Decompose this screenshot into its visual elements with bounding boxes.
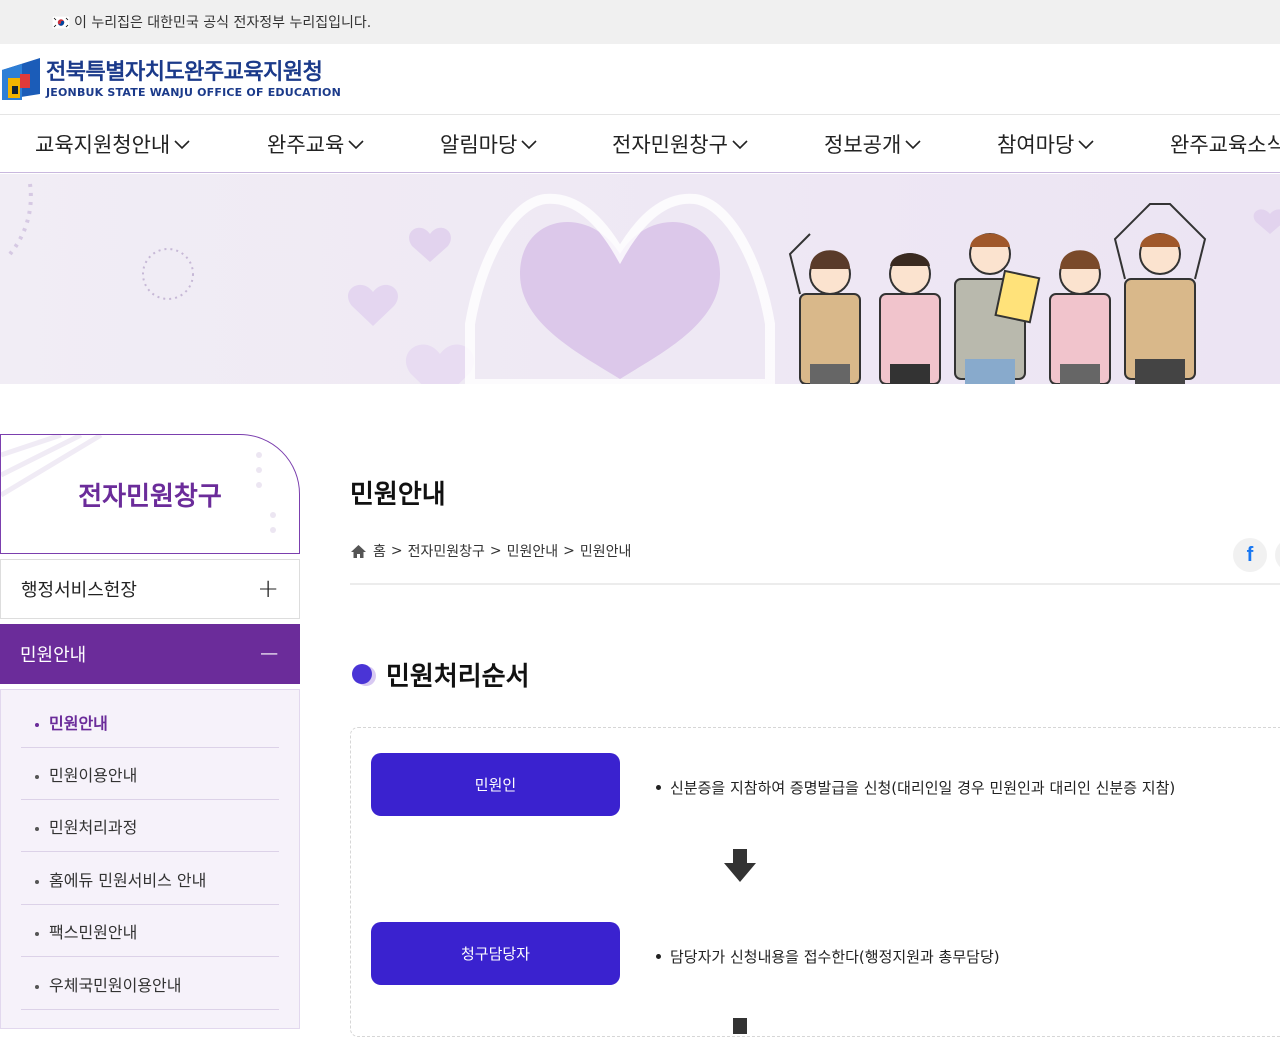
bullet-icon [35,879,39,884]
home-icon[interactable] [350,544,367,559]
sub-visual-banner [0,174,1280,384]
submenu-item-label: 팩스민원안내 [49,922,138,942]
share-button[interactable] [1275,538,1280,572]
arrow-down-icon [733,1018,747,1034]
step-button-clerk[interactable]: 청구담당자 [371,922,620,985]
heart-hands-illustration [0,174,1280,384]
logo-name-en: JEONBUK STATE WANJU OFFICE OF EDUCATION [46,85,341,99]
nav-item-wanju-education[interactable]: 완주교육 [267,115,364,173]
step-button-applicant[interactable]: 민원인 [371,753,620,816]
nav-item-label: 알림마당 [440,133,518,157]
sidebar-item-label: 행정서비스헌장 [21,580,137,601]
arrow-down-icon [724,849,756,882]
facebook-icon: f [1246,543,1254,566]
sidebar-item-label: 민원안내 [20,645,87,666]
submenu-item-homeedu[interactable]: 홈에듀 민원서비스 안내 [21,853,279,905]
chevron-down-icon [521,140,537,150]
flag-icon [51,15,71,29]
nav-item-participation[interactable]: 참여마당 [997,115,1094,173]
page-title: 민원안내 [350,480,446,510]
bullet-icon [35,984,39,989]
step-description-text: 신분증을 지참하여 증명발급을 신청(대리인일 경우 민원인과 대리인 신분증 … [670,779,1176,797]
sidebar-item-civil-guide[interactable]: 민원안내 − [0,624,300,684]
bullet-icon [656,785,661,790]
nav-item-label: 완주교육소식 [1170,133,1280,157]
breadcrumb-item[interactable]: 전자민원창구 [408,541,485,561]
chevron-down-icon [348,140,364,150]
minus-icon: − [258,639,280,669]
submenu-item-postoffice[interactable]: 우체국민원이용안내 [21,958,279,1010]
sidebar-title: 전자민원창구 [0,434,300,554]
step-description: 신분증을 지참하여 증명발급을 신청(대리인일 경우 민원인과 대리인 신분증 … [656,777,1175,798]
nav-item-e-civil-service[interactable]: 전자민원창구 [612,115,748,173]
chevron-down-icon [1078,140,1094,150]
facebook-share-button[interactable]: f [1233,538,1267,572]
bullet-icon [35,931,39,936]
nav-item-info-disclosure[interactable]: 정보공개 [824,115,921,173]
sidebar-title-text: 전자민원창구 [78,481,222,512]
sidebar-item-service-charter[interactable]: 행정서비스헌장 + [0,559,300,619]
breadcrumb: 홈 > 전자민원창구 > 민원안내 > 민원안내 [350,540,631,562]
chevron-down-icon [174,140,190,150]
bullet-icon [35,826,39,831]
nav-item-label: 교육지원청안내 [35,133,171,157]
content-divider [350,583,1280,585]
nav-item-label: 전자민원창구 [612,133,728,157]
site-logo[interactable]: 전북특별자치도완주교육지원청 JEONBUK STATE WANJU OFFIC… [0,56,341,102]
nav-item-wanju-news[interactable]: 완주교육소식 [1170,115,1280,173]
sidebar-submenu: 민원안내 민원이용안내 민원처리과정 홈에듀 민원서비스 안내 팩스민원안내 우… [0,689,300,1029]
breadcrumb-separator: > [563,543,575,559]
breadcrumb-item[interactable]: 민원안내 [507,541,559,561]
chevron-down-icon [732,140,748,150]
gov-banner-text: 이 누리집은 대한민국 공식 전자정부 누리집입니다. [74,15,372,31]
plus-icon: + [257,574,279,604]
submenu-item-civil-process[interactable]: 민원처리과정 [21,800,279,852]
bullet-icon [35,722,39,727]
step-description: 담당자가 신청내용을 접수한다(행정지원과 총무담당) [656,946,1000,967]
submenu-item-label: 홈에듀 민원서비스 안내 [49,870,207,890]
nav-item-office-info[interactable]: 교육지원청안내 [35,115,190,173]
nav-item-label: 완주교육 [267,133,345,157]
submenu-item-label: 민원안내 [49,713,108,733]
bullet-icon [35,774,39,779]
section-title: 민원처리순서 [350,656,530,693]
gov-banner: 이 누리집은 대한민국 공식 전자정부 누리집입니다. [0,0,1280,44]
main-nav: 교육지원청안내 완주교육 알림마당 전자민원창구 정보공개 참여마당 완주교육소… [0,115,1280,173]
submenu-item-civil-usage[interactable]: 민원이용안내 [21,748,279,800]
submenu-item-label: 우체국민원이용안내 [49,975,182,995]
step-description-text: 담당자가 신청내용을 접수한다(행정지원과 총무담당) [670,948,1000,966]
nav-item-label: 참여마당 [997,133,1075,157]
submenu-item-label: 민원처리과정 [49,817,138,837]
section-title-text: 민원처리순서 [386,662,530,692]
logo-icon [0,56,42,102]
nav-item-notice[interactable]: 알림마당 [440,115,537,173]
breadcrumb-separator: > [390,543,403,559]
breadcrumb-item-home[interactable]: 홈 [373,541,386,561]
section-bullet-icon [352,663,376,686]
chevron-down-icon [905,140,921,150]
submenu-item-fax[interactable]: 팩스민원안내 [21,905,279,957]
site-header: 전북특별자치도완주교육지원청 JEONBUK STATE WANJU OFFIC… [0,44,1280,115]
submenu-item-civil-guide[interactable]: 민원안내 [21,696,279,748]
breadcrumb-item-current: 민원안내 [579,544,632,560]
logo-name-ko: 전북특별자치도완주교육지원청 [46,59,323,85]
bullet-icon [656,954,661,959]
nav-item-label: 정보공개 [824,133,902,157]
submenu-item-label: 민원이용안내 [49,765,138,785]
breadcrumb-separator: > [489,543,502,559]
